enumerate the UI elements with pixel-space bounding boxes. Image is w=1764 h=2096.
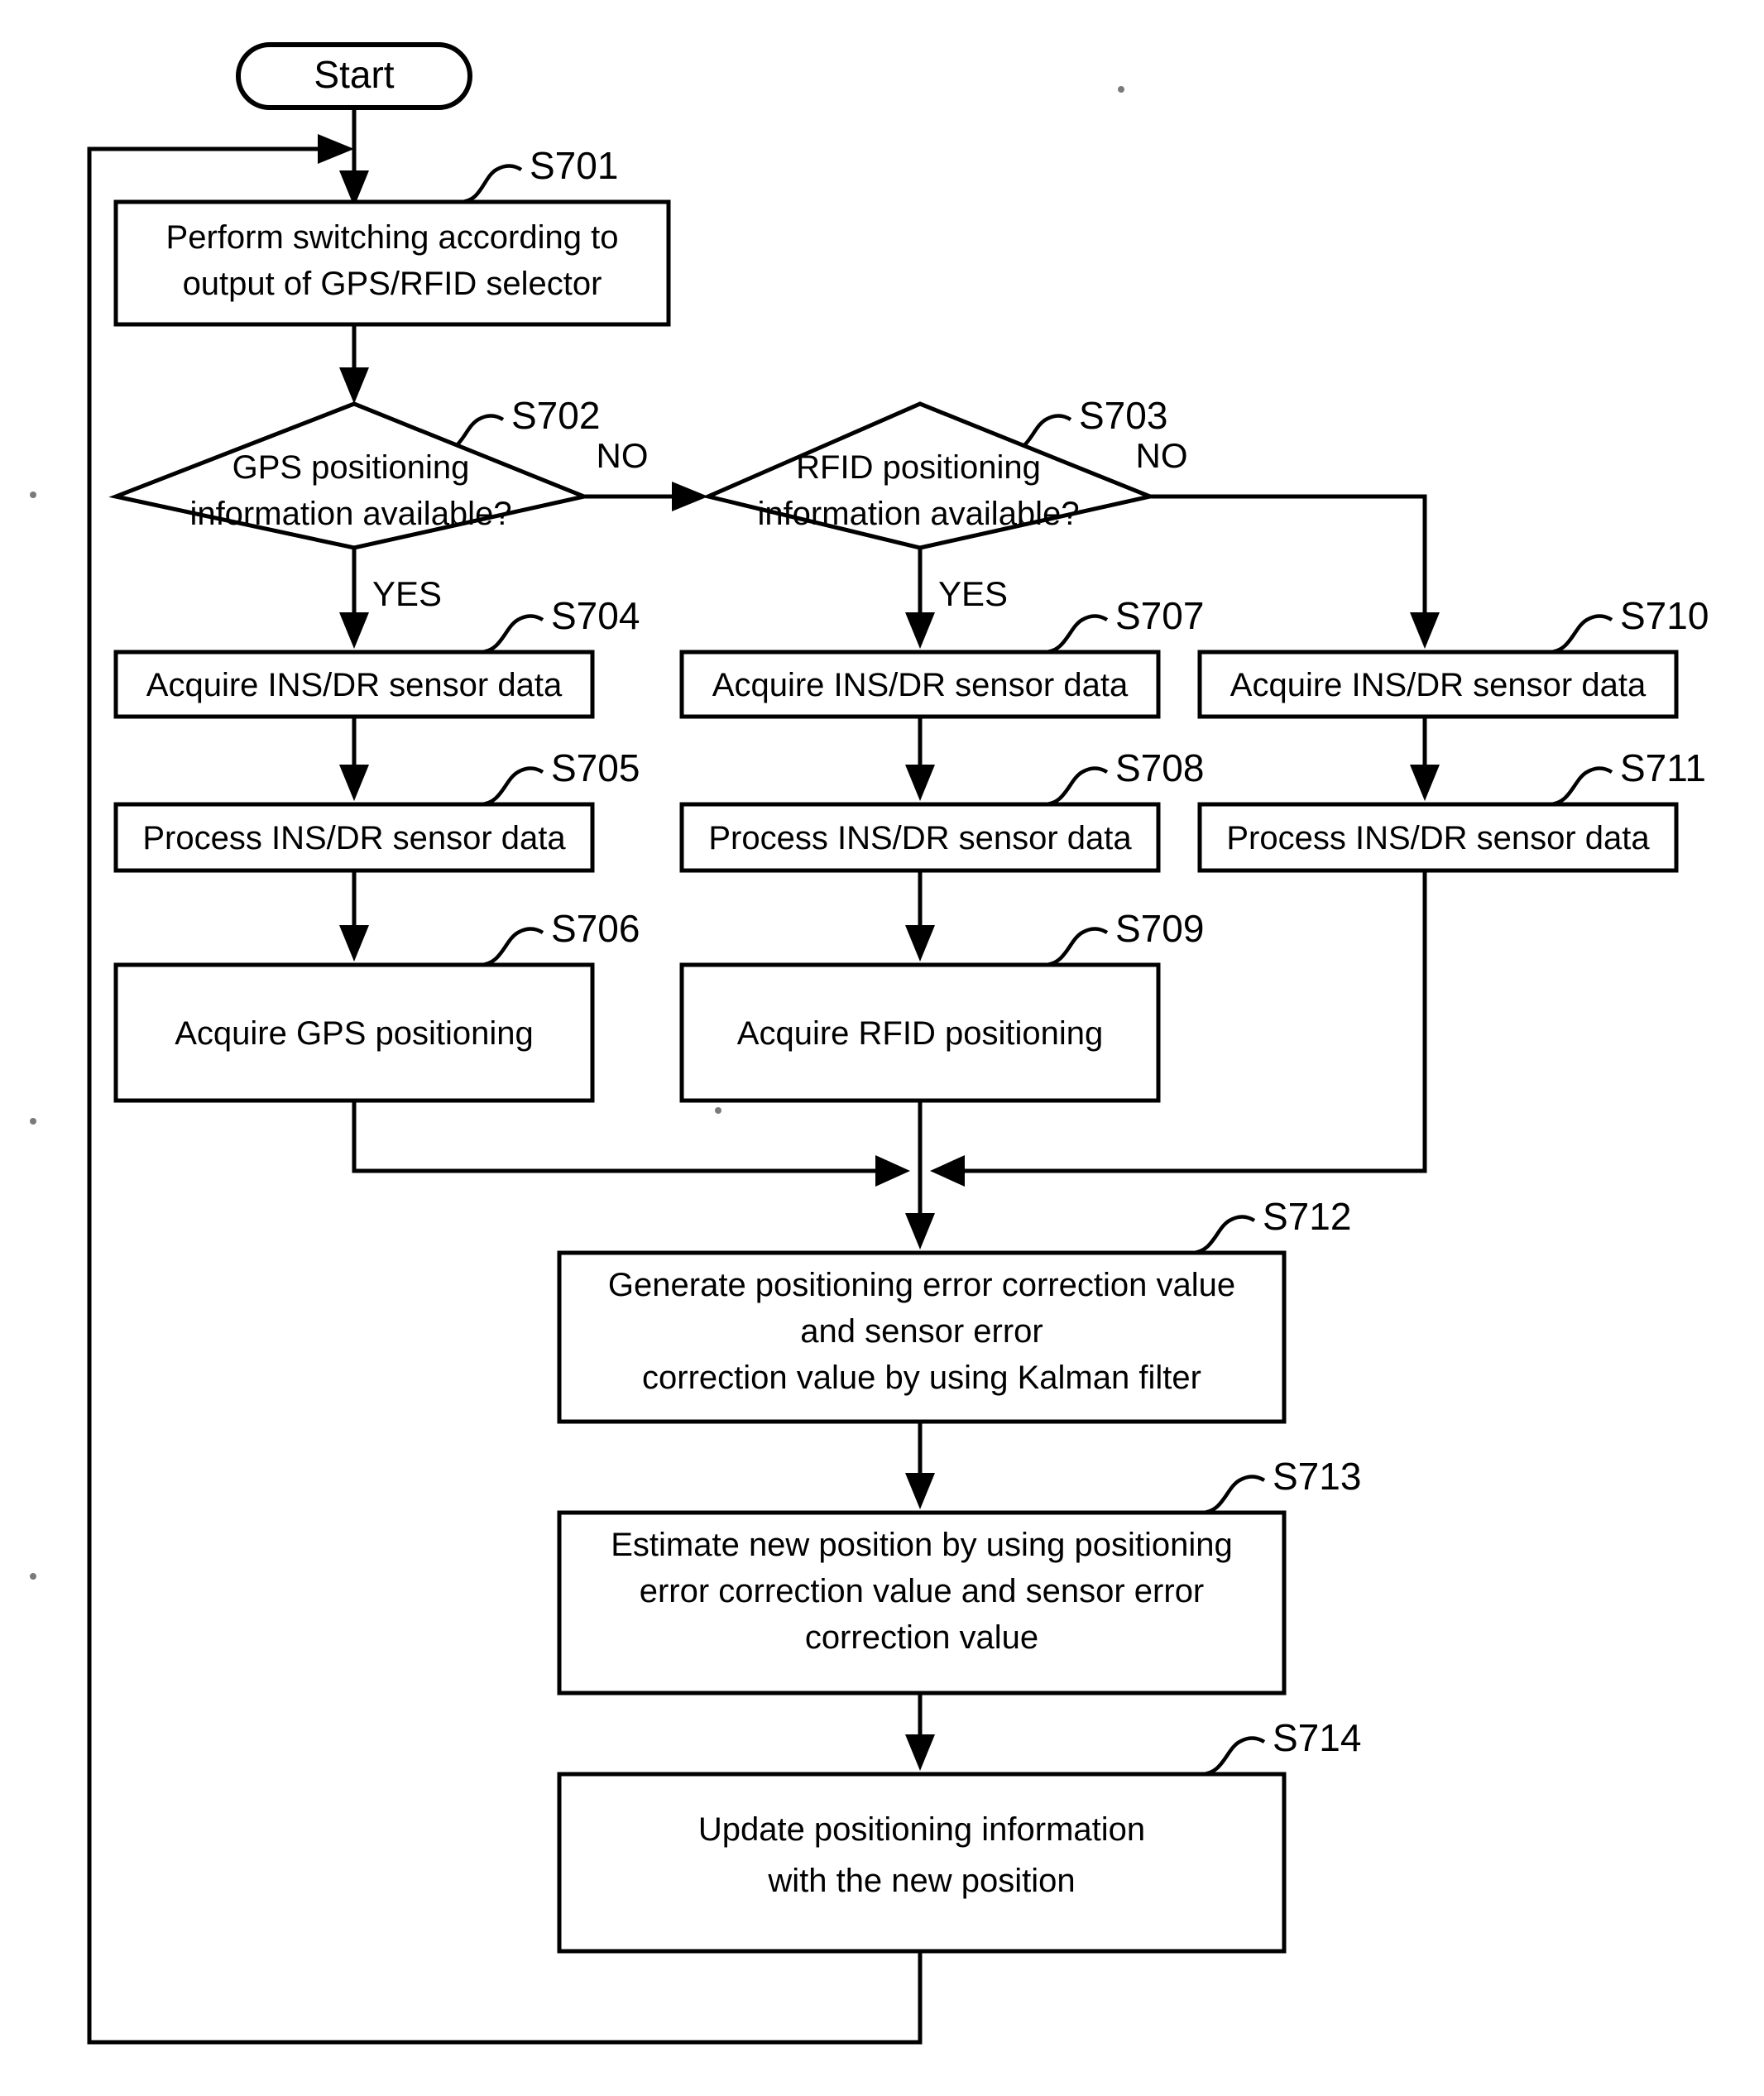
leader-s712 xyxy=(1191,1215,1256,1255)
scan-speck-left-lower xyxy=(30,1573,36,1580)
scan-speck-left-upper xyxy=(30,492,36,498)
start-label: Start xyxy=(314,53,394,96)
s703-step-label: S703 xyxy=(1079,394,1167,437)
s711-text: Process INS/DR sensor data xyxy=(1226,820,1650,856)
node-s710[interactable]: Acquire INS/DR sensor data xyxy=(1197,650,1679,719)
arrowhead-s713-to-s714 xyxy=(905,1734,935,1771)
scan-speck-left-mid xyxy=(30,1118,36,1125)
s702-text-line2: information available? xyxy=(189,496,511,532)
node-s705[interactable]: Process INS/DR sensor data xyxy=(113,802,595,873)
leader-s710 xyxy=(1548,614,1613,655)
arrowhead-s705-to-s706 xyxy=(339,925,369,962)
s713-text-line1: Estimate new position by using positioni… xyxy=(611,1527,1233,1563)
s705-step-label: S705 xyxy=(551,746,640,789)
flowchart-svg: Start Perform switching according to out… xyxy=(30,42,1709,2045)
node-s713[interactable]: Estimate new position by using positioni… xyxy=(557,1510,1287,1696)
s703-text-line1: RFID positioning xyxy=(796,449,1041,486)
s702-text-line1: GPS positioning xyxy=(232,449,470,486)
s703-text-line2: information available? xyxy=(757,496,1079,532)
s701-text-line2: output of GPS/RFID selector xyxy=(183,266,602,302)
s702-yes-label: YES xyxy=(372,574,442,613)
s707-step-label: S707 xyxy=(1115,594,1204,637)
arrowhead-s708-to-s709 xyxy=(905,925,935,962)
node-s704[interactable]: Acquire INS/DR sensor data xyxy=(113,650,595,719)
s702-step-label: S702 xyxy=(511,394,600,437)
leader-s711 xyxy=(1548,766,1613,807)
leader-s701 xyxy=(459,164,523,204)
s708-step-label: S708 xyxy=(1115,746,1204,789)
arrowhead-s703-yes xyxy=(905,612,935,649)
s708-text: Process INS/DR sensor data xyxy=(708,820,1132,856)
arrowhead-s702-no xyxy=(672,482,708,511)
scan-speck-top xyxy=(1118,86,1124,93)
s712-text-line1: Generate positioning error correction va… xyxy=(608,1267,1235,1303)
arrowhead-s710-to-s711 xyxy=(1410,765,1440,801)
arrowhead-merge-right xyxy=(930,1155,965,1187)
s710-step-label: S710 xyxy=(1620,594,1709,637)
node-s709[interactable]: Acquire RFID positioning xyxy=(679,962,1161,1103)
s705-text: Process INS/DR sensor data xyxy=(142,820,566,856)
leader-s708 xyxy=(1043,766,1109,807)
s714-step-label: S714 xyxy=(1273,1716,1361,1759)
leader-s714 xyxy=(1201,1736,1266,1777)
node-start[interactable]: Start xyxy=(236,42,472,110)
node-s708[interactable]: Process INS/DR sensor data xyxy=(679,802,1161,873)
s713-step-label: S713 xyxy=(1273,1455,1361,1498)
leader-s709 xyxy=(1043,927,1109,967)
node-s714[interactable]: Update positioning information with the … xyxy=(557,1772,1287,1954)
arrowhead-s704-to-s705 xyxy=(339,765,369,801)
arrowhead-feedback-join xyxy=(318,134,354,164)
s712-text-line2: and sensor error xyxy=(800,1313,1043,1350)
arrowhead-s712-to-s713 xyxy=(905,1473,935,1509)
s706-step-label: S706 xyxy=(551,907,640,950)
s702-no-label: NO xyxy=(597,436,649,475)
s707-text: Acquire INS/DR sensor data xyxy=(712,667,1129,703)
s712-text-line3: correction value by using Kalman filter xyxy=(642,1360,1201,1396)
arrowhead-s701-to-s702 xyxy=(339,367,369,404)
s706-text: Acquire GPS positioning xyxy=(175,1015,534,1052)
leader-s705 xyxy=(479,766,544,807)
s709-text: Acquire RFID positioning xyxy=(737,1015,1103,1052)
arrowhead-s707-to-s708 xyxy=(905,765,935,801)
s703-yes-label: YES xyxy=(938,574,1008,613)
s709-step-label: S709 xyxy=(1115,907,1204,950)
arrowhead-merge-left xyxy=(875,1155,910,1187)
s713-text-line3: correction value xyxy=(805,1619,1038,1656)
node-s706[interactable]: Acquire GPS positioning xyxy=(113,962,595,1103)
s714-text-line2: with the new position xyxy=(767,1863,1075,1899)
scan-speck-center xyxy=(715,1107,721,1114)
s701-step-label: S701 xyxy=(530,144,618,187)
s712-step-label: S712 xyxy=(1263,1195,1351,1238)
s713-text-line2: error correction value and sensor error xyxy=(640,1573,1205,1609)
s710-text: Acquire INS/DR sensor data xyxy=(1230,667,1647,703)
arrowhead-s702-yes xyxy=(339,612,369,649)
leader-s704 xyxy=(479,614,544,655)
leader-s706 xyxy=(479,927,544,967)
s704-text: Acquire INS/DR sensor data xyxy=(146,667,563,703)
node-s701[interactable]: Perform switching according to output of… xyxy=(113,199,671,327)
s703-no-label: NO xyxy=(1136,436,1188,475)
node-s707[interactable]: Acquire INS/DR sensor data xyxy=(679,650,1161,719)
connector-s706-to-merge xyxy=(352,1101,885,1173)
s714-text-line1: Update positioning information xyxy=(698,1811,1145,1848)
node-s711[interactable]: Process INS/DR sensor data xyxy=(1197,802,1679,873)
s701-text-line1: Perform switching according to xyxy=(166,219,619,256)
leader-s713 xyxy=(1201,1475,1266,1515)
s711-step-label: S711 xyxy=(1620,746,1706,789)
arrowhead-s703-no xyxy=(1410,612,1440,649)
arrowhead-merge-to-s712 xyxy=(905,1213,935,1249)
s704-step-label: S704 xyxy=(551,594,640,637)
flowchart-canvas: Start Perform switching according to out… xyxy=(0,0,1764,2096)
leader-s707 xyxy=(1043,614,1109,655)
node-s712[interactable]: Generate positioning error correction va… xyxy=(557,1250,1287,1424)
